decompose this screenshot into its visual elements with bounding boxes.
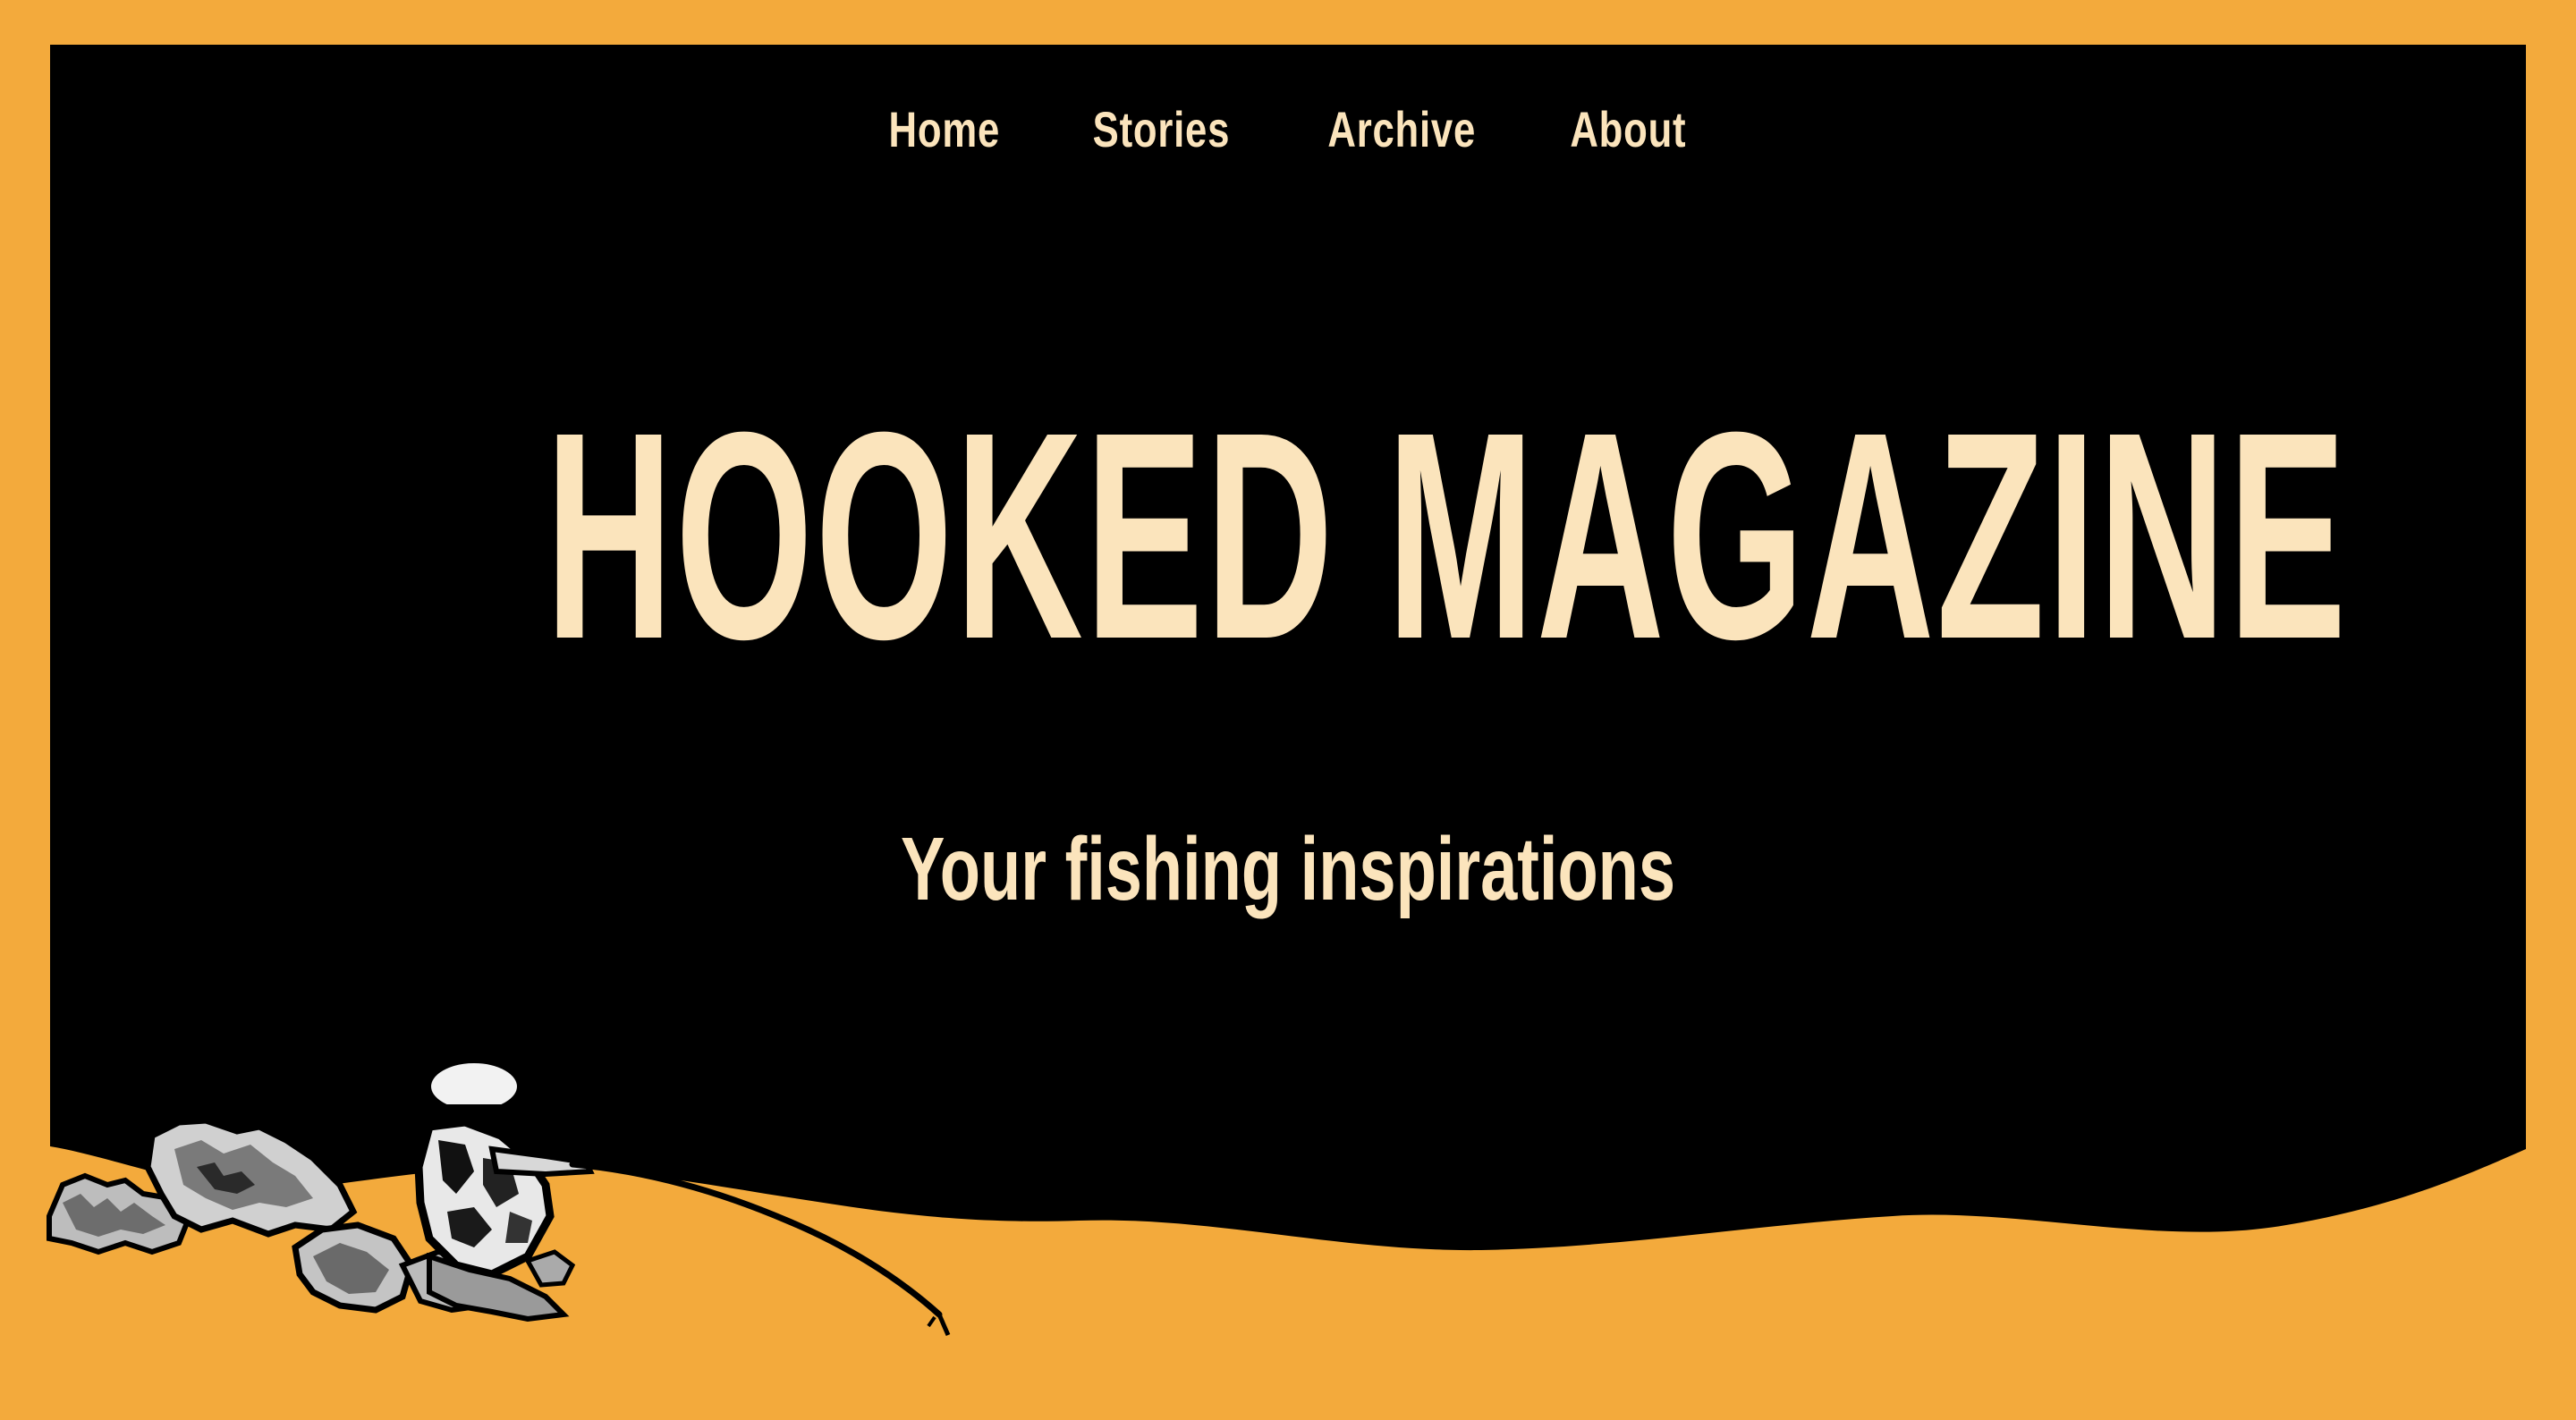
main-nav: Home Stories Archive About [50,100,2526,158]
site-tagline: Your fishing inspirations [900,819,1676,919]
page: Home Stories Archive About HOOKED MAGAZI… [0,0,2576,1420]
nav-stories[interactable]: Stories [1092,100,1230,158]
nav-about[interactable]: About [1570,100,1686,158]
nav-archive[interactable]: Archive [1327,100,1476,158]
site-title: HOOKED MAGAZINE [545,370,2349,700]
fisherman-illustration [47,1056,951,1336]
nav-home[interactable]: Home [889,100,1000,158]
fishing-rod-icon [569,1161,951,1336]
